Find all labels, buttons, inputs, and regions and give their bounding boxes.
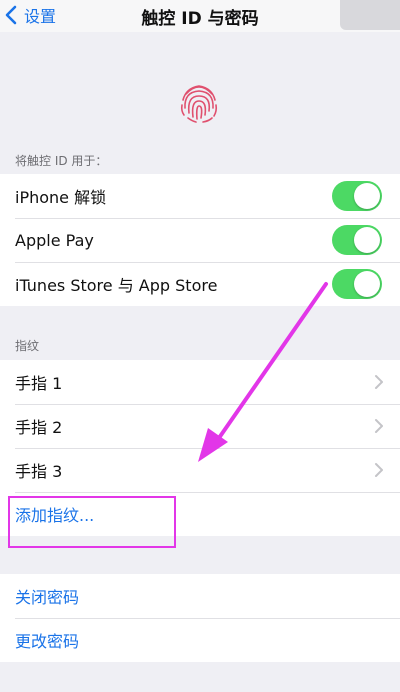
fingerprints-section-header: 指纹 [15, 339, 40, 353]
change-passcode-link[interactable]: 更改密码 [15, 628, 79, 652]
status-overlay [340, 0, 400, 30]
chevron-right-icon [375, 375, 383, 389]
iphone-unlock-toggle[interactable] [332, 181, 382, 211]
turn-off-passcode-link[interactable]: 关闭密码 [15, 584, 79, 608]
itunes-appstore-label: iTunes Store 与 App Store [15, 276, 218, 295]
finger-2-label: 手指 2 [15, 418, 63, 437]
iphone-unlock-label: iPhone 解锁 [15, 188, 107, 207]
chevron-right-icon [375, 419, 383, 433]
toggle-knob [354, 227, 380, 253]
navigation-bar: 设置 触控 ID 与密码 [0, 0, 400, 32]
itunes-appstore-toggle[interactable] [332, 269, 382, 299]
touch-id-section-header: 将触控 ID 用于： [15, 154, 108, 168]
apple-pay-label: Apple Pay [15, 230, 94, 250]
finger-1-row[interactable]: 手指 1 [0, 360, 400, 404]
annotation-highlight-box [8, 496, 176, 548]
itunes-appstore-row: iTunes Store 与 App Store [0, 262, 400, 306]
chevron-right-icon [375, 463, 383, 477]
touch-id-group: iPhone 解锁 Apple Pay iTunes Store 与 App S… [0, 174, 400, 306]
finger-1-label: 手指 1 [15, 374, 63, 393]
apple-pay-toggle[interactable] [332, 225, 382, 255]
finger-3-row[interactable]: 手指 3 [0, 448, 400, 492]
apple-pay-row: Apple Pay [0, 218, 400, 262]
change-passcode-row[interactable]: 更改密码 [0, 618, 400, 662]
finger-2-row[interactable]: 手指 2 [0, 404, 400, 448]
passcode-group: 关闭密码 更改密码 [0, 574, 400, 662]
fingerprint-hero [0, 32, 400, 142]
turn-off-passcode-row[interactable]: 关闭密码 [0, 574, 400, 618]
fingerprint-icon [180, 85, 218, 123]
toggle-knob [354, 183, 380, 209]
finger-3-label: 手指 3 [15, 462, 63, 481]
toggle-knob [354, 271, 380, 297]
iphone-unlock-row: iPhone 解锁 [0, 174, 400, 218]
